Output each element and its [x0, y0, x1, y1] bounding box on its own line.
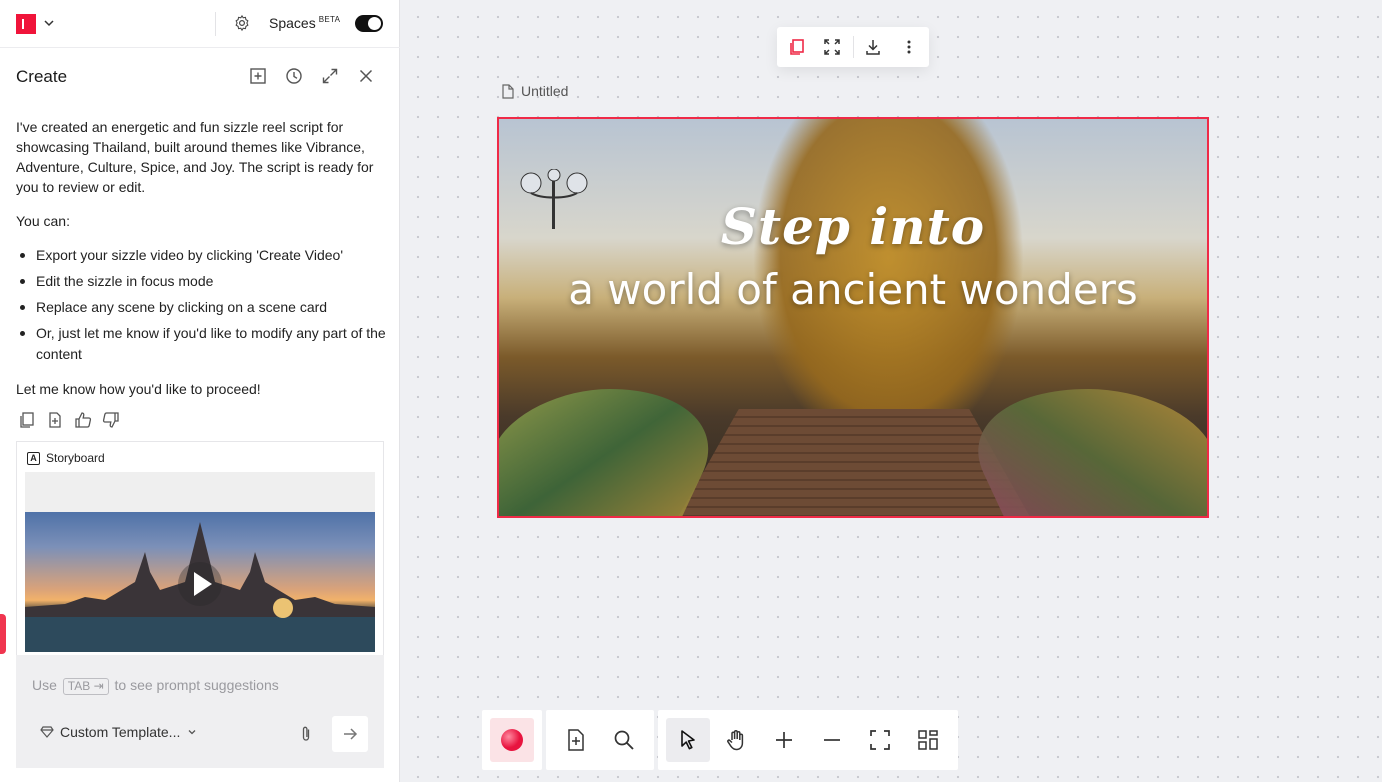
- storyboard-card[interactable]: A Storyboard: [16, 441, 384, 655]
- topbar: Spaces BETA: [0, 0, 400, 48]
- template-select[interactable]: Custom Template...: [40, 724, 198, 740]
- download-icon[interactable]: [864, 38, 882, 56]
- prompt-input[interactable]: Use TAB ⇥ to see prompt suggestions: [32, 677, 279, 695]
- arrow-right-icon: [344, 728, 358, 740]
- hand-tool-button[interactable]: [714, 718, 758, 762]
- send-button[interactable]: [332, 716, 368, 752]
- assistant-message: I've created an energetic and fun sizzle…: [16, 117, 388, 413]
- fit-screen-button[interactable]: [858, 718, 902, 762]
- prompt-composer[interactable]: Use TAB ⇥ to see prompt suggestions Cust…: [16, 655, 384, 768]
- play-icon[interactable]: [178, 562, 222, 606]
- list-item: Or, just let me know if you'd like to mo…: [16, 323, 388, 365]
- more-vertical-icon[interactable]: [900, 38, 918, 56]
- message-closing: Let me know how you'd like to proceed!: [16, 381, 261, 397]
- spaces-label: Spaces BETA: [269, 15, 341, 31]
- toolbar-group-ai: [482, 710, 542, 770]
- template-label: Custom Template...: [60, 724, 181, 740]
- add-square-icon[interactable]: [249, 67, 267, 85]
- document-label[interactable]: Untitled: [502, 83, 568, 99]
- add-document-icon[interactable]: [46, 411, 64, 429]
- option-list: Export your sizzle video by clicking 'Cr…: [16, 245, 388, 365]
- fit-screen-icon: [870, 730, 890, 750]
- chevron-down-icon: [188, 730, 196, 735]
- storyboard-header: A Storyboard: [27, 451, 105, 465]
- storyboard-icon: A: [27, 451, 40, 465]
- gear-icon[interactable]: [233, 14, 251, 32]
- app-logo[interactable]: [16, 14, 36, 34]
- message-you-can: You can:: [16, 213, 70, 229]
- panel-title: Create: [16, 67, 68, 86]
- scene-toolbar: [777, 27, 929, 67]
- cursor-icon: [681, 730, 695, 750]
- ai-orb-button[interactable]: [490, 718, 534, 762]
- toolbar-divider: [853, 36, 854, 58]
- scene-title-line1: Step into: [720, 197, 986, 256]
- side-handle[interactable]: [0, 614, 6, 654]
- paperclip-icon[interactable]: [297, 725, 315, 743]
- list-item: Export your sizzle video by clicking 'Cr…: [16, 245, 388, 266]
- fullscreen-icon[interactable]: [823, 38, 841, 56]
- add-page-button[interactable]: [554, 718, 598, 762]
- grid-layout-icon: [918, 730, 938, 750]
- tab-key-hint: TAB ⇥: [62, 678, 109, 695]
- add-page-icon: [568, 729, 584, 751]
- toolbar-group-canvas: [658, 710, 958, 770]
- zoom-out-button[interactable]: [810, 718, 854, 762]
- spaces-toggle[interactable]: [355, 15, 383, 32]
- toolbar-group-doc: [546, 710, 654, 770]
- create-panel: Spaces BETA Create I've created an energe…: [0, 0, 400, 782]
- message-intro: I've created an energetic and fun sizzle…: [16, 119, 374, 195]
- thumbs-up-icon[interactable]: [74, 411, 92, 429]
- document-icon: [502, 83, 514, 99]
- close-icon[interactable]: [357, 67, 375, 85]
- storyboard-strip: [25, 472, 375, 512]
- orb-icon: [501, 729, 523, 751]
- list-item: Replace any scene by clicking on a scene…: [16, 297, 388, 318]
- document-title: Untitled: [521, 83, 569, 99]
- duplicate-icon[interactable]: [788, 38, 806, 56]
- layout-button[interactable]: [906, 718, 950, 762]
- beta-badge: BETA: [318, 15, 341, 24]
- copy-icon[interactable]: [18, 411, 36, 429]
- scene-card[interactable]: Step into a world of ancient wonders: [497, 117, 1209, 518]
- list-item: Edit the sizzle in focus mode: [16, 271, 388, 292]
- thumbs-down-icon[interactable]: [102, 411, 120, 429]
- chevron-down-icon[interactable]: [42, 16, 56, 30]
- select-tool-button[interactable]: [666, 718, 710, 762]
- scene-title-line2: a world of ancient wonders: [568, 265, 1138, 314]
- topbar-divider: [215, 12, 216, 36]
- search-icon: [614, 730, 634, 750]
- plus-icon: [776, 732, 792, 748]
- hand-icon: [727, 730, 744, 751]
- storyboard-label: Storyboard: [46, 451, 105, 465]
- minus-icon: [824, 739, 840, 741]
- diamond-icon: [40, 726, 54, 738]
- expand-icon[interactable]: [321, 67, 339, 85]
- zoom-in-button[interactable]: [762, 718, 806, 762]
- storyboard-thumbnail[interactable]: [25, 512, 375, 652]
- message-actions: [18, 411, 120, 429]
- history-icon[interactable]: [285, 67, 303, 85]
- search-button[interactable]: [602, 718, 646, 762]
